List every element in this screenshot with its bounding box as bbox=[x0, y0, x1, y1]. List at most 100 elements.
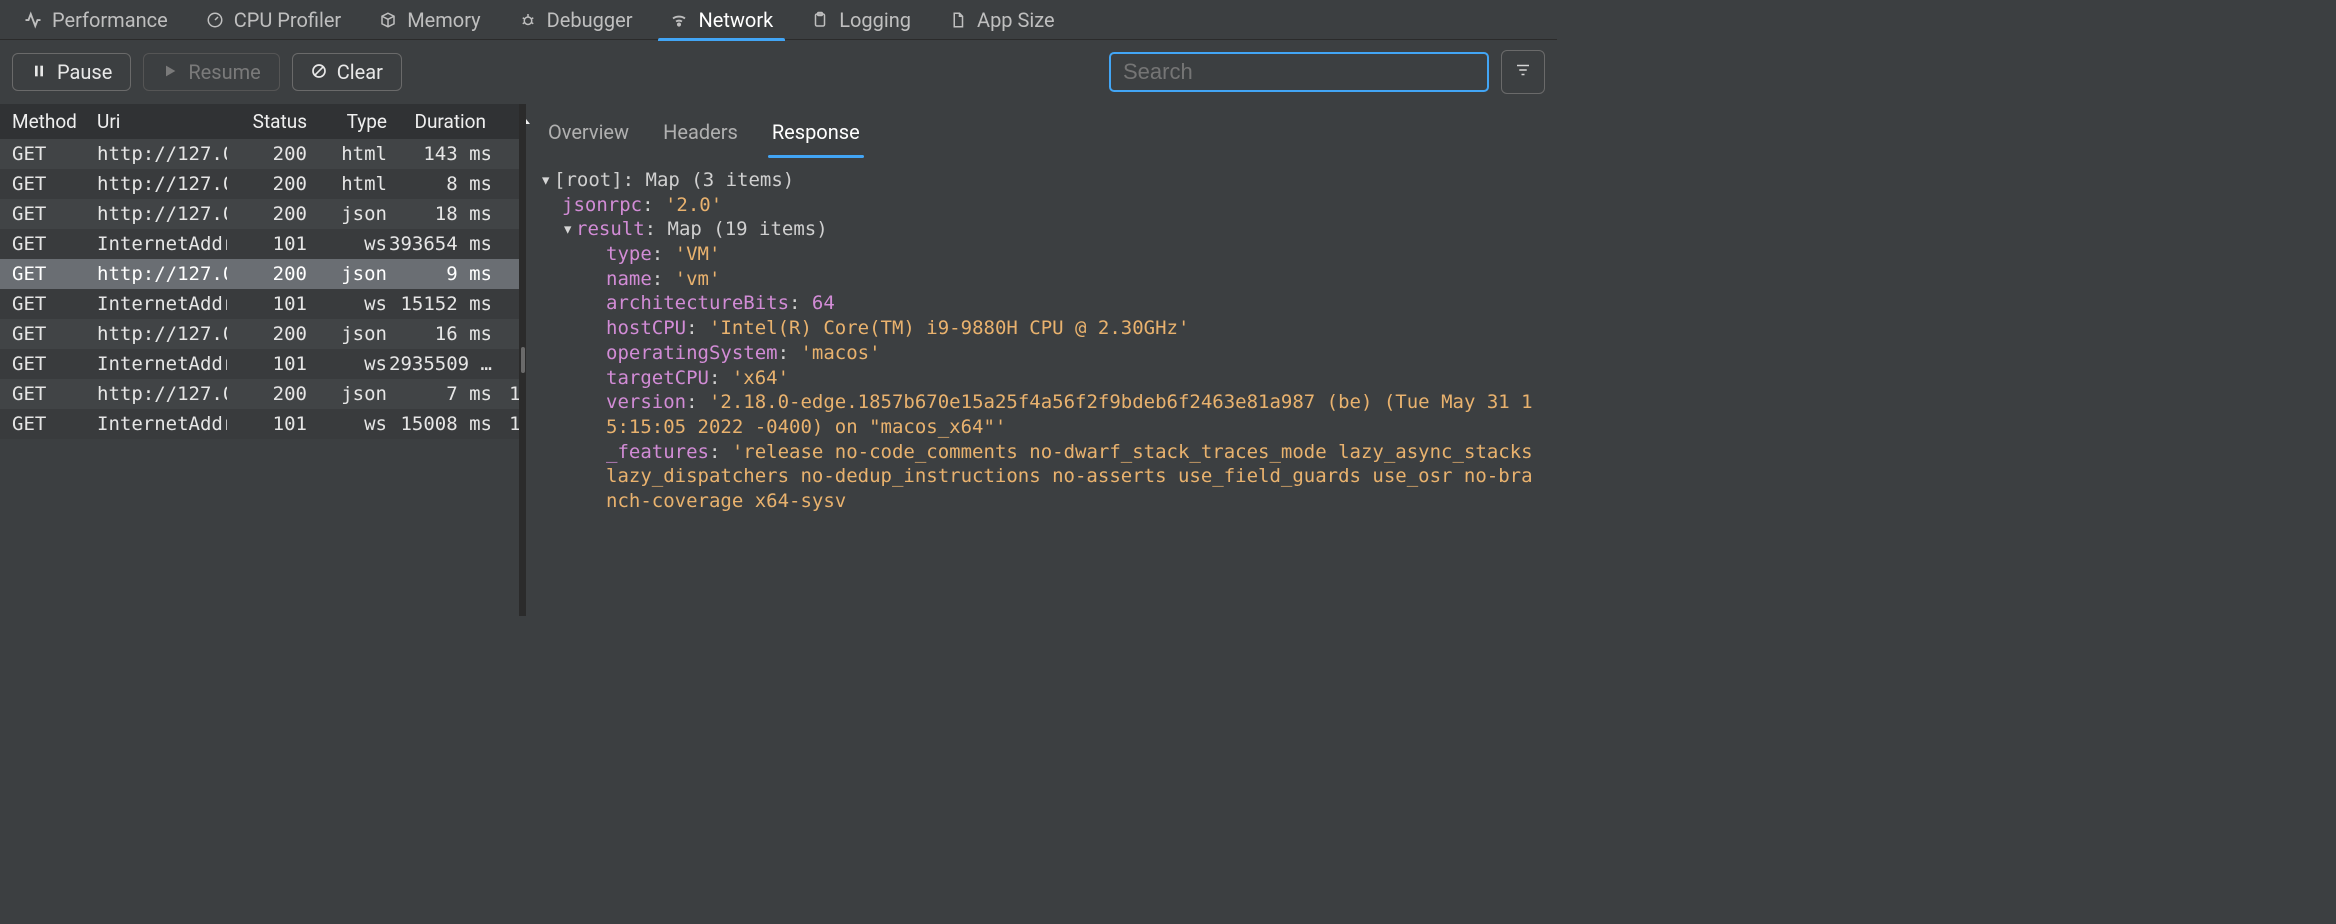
cell-duration: 7 ms bbox=[387, 383, 492, 405]
col-type[interactable]: Type bbox=[307, 110, 387, 133]
cell-index: 3 bbox=[492, 263, 519, 285]
top-tabs: Performance CPU Profiler Memory Debugger… bbox=[0, 0, 1557, 40]
cell-status: 101 bbox=[227, 293, 307, 315]
tree-val: 'vm' bbox=[675, 268, 721, 290]
cell-type: json bbox=[307, 383, 387, 405]
tab-cpu-profiler[interactable]: CPU Profiler bbox=[188, 0, 360, 40]
tree-key: name bbox=[606, 268, 652, 290]
tab-network[interactable]: Network bbox=[652, 0, 791, 40]
response-tree[interactable]: ▾[root]: Map (3 items) jsonrpc: '2.0' ▾r… bbox=[526, 150, 1547, 514]
tree-key: targetCPU bbox=[606, 367, 709, 389]
tab-performance[interactable]: Performance bbox=[6, 0, 186, 40]
cell-method: GET bbox=[12, 383, 97, 405]
cell-type: json bbox=[307, 263, 387, 285]
tab-app-size[interactable]: App Size bbox=[931, 0, 1073, 40]
cell-uri: http://127.0.0.1: bbox=[97, 203, 227, 225]
col-uri[interactable]: Uri bbox=[97, 110, 227, 133]
cell-type: ws bbox=[307, 413, 387, 435]
pause-label: Pause bbox=[57, 60, 112, 84]
tab-headers[interactable]: Headers bbox=[661, 114, 740, 150]
chevron-down-icon[interactable]: ▾ bbox=[562, 217, 576, 242]
cell-uri: http://127.0.0.1: bbox=[97, 323, 227, 345]
cell-status: 101 bbox=[227, 353, 307, 375]
file-icon bbox=[949, 11, 967, 29]
cell-method: GET bbox=[12, 263, 97, 285]
tab-response[interactable]: Response bbox=[770, 114, 862, 150]
cell-index: 10 bbox=[492, 383, 519, 405]
col-duration[interactable]: Duration bbox=[387, 110, 492, 133]
cell-duration: 15008 ms bbox=[387, 413, 492, 435]
package-icon bbox=[379, 11, 397, 29]
cell-uri: InternetAddress bbox=[97, 413, 227, 435]
resume-label: Resume bbox=[188, 60, 260, 84]
search-input[interactable] bbox=[1109, 52, 1489, 92]
tab-label: CPU Profiler bbox=[234, 8, 342, 32]
cell-uri: InternetAddress bbox=[97, 233, 227, 255]
cell-index: 3 bbox=[492, 173, 519, 195]
cell-index: 3 bbox=[492, 143, 519, 165]
cell-type: ws bbox=[307, 293, 387, 315]
cell-type: json bbox=[307, 203, 387, 225]
tree-val: 'x64' bbox=[732, 367, 789, 389]
cell-status: 200 bbox=[227, 143, 307, 165]
block-icon bbox=[311, 60, 327, 84]
detail-tabs: Overview Headers Response bbox=[526, 104, 1547, 150]
pulse-icon bbox=[24, 11, 42, 29]
cell-duration: 15152 ms bbox=[387, 293, 492, 315]
tab-overview[interactable]: Overview bbox=[546, 114, 631, 150]
cell-index: 3 bbox=[492, 293, 519, 315]
tab-logging[interactable]: Logging bbox=[793, 0, 929, 40]
cell-index: 9 bbox=[492, 353, 519, 375]
cell-type: html bbox=[307, 143, 387, 165]
table-header: Method Uri Status Type Duration bbox=[0, 104, 519, 139]
clipboard-icon bbox=[811, 11, 829, 29]
table-row[interactable]: GETInternetAddress101ws15152 ms3 bbox=[0, 289, 519, 319]
cell-status: 101 bbox=[227, 413, 307, 435]
cell-uri: InternetAddress bbox=[97, 293, 227, 315]
tree-key: result bbox=[576, 218, 645, 240]
cell-uri: http://127.0.0.1: bbox=[97, 263, 227, 285]
cell-status: 101 bbox=[227, 233, 307, 255]
cell-status: 200 bbox=[227, 173, 307, 195]
tab-debugger[interactable]: Debugger bbox=[501, 0, 651, 40]
tab-label: Performance bbox=[52, 8, 168, 32]
col-method[interactable]: Method bbox=[12, 110, 97, 133]
tree-root-label: [root] bbox=[554, 169, 623, 191]
table-row[interactable]: GEThttp://127.0.0.1:200html143 ms3 bbox=[0, 139, 519, 169]
cell-index: 9 bbox=[492, 323, 519, 345]
cell-duration: 18 ms bbox=[387, 203, 492, 225]
tree-val: 'macos' bbox=[800, 342, 880, 364]
tree-val: 'VM' bbox=[675, 243, 721, 265]
cell-index: 3 bbox=[492, 233, 519, 255]
tab-label: Memory bbox=[407, 8, 480, 32]
cell-duration: 8 ms bbox=[387, 173, 492, 195]
tree-key: jsonrpc bbox=[562, 194, 642, 216]
pause-button[interactable]: Pause bbox=[12, 53, 131, 91]
tab-memory[interactable]: Memory bbox=[361, 0, 498, 40]
table-row[interactable]: GEThttp://127.0.0.1:200json9 ms3 bbox=[0, 259, 519, 289]
table-row[interactable]: GEThttp://127.0.0.1:200json16 ms9 bbox=[0, 319, 519, 349]
table-row[interactable]: GETInternetAddress101ws393654 ms3 bbox=[0, 229, 519, 259]
table-row[interactable]: GEThttp://127.0.0.1:200html8 ms3 bbox=[0, 169, 519, 199]
table-row[interactable]: GETInternetAddress101ws15008 ms10 bbox=[0, 409, 519, 439]
table-row[interactable]: GEThttp://127.0.0.1:200json18 ms3 bbox=[0, 199, 519, 229]
col-status[interactable]: Status bbox=[227, 110, 307, 133]
cell-status: 200 bbox=[227, 203, 307, 225]
cell-method: GET bbox=[12, 293, 97, 315]
cell-index: 10 bbox=[492, 413, 519, 435]
tab-label: Debugger bbox=[547, 8, 633, 32]
filter-button[interactable] bbox=[1501, 50, 1545, 94]
tab-label: App Size bbox=[977, 8, 1055, 32]
clear-button[interactable]: Clear bbox=[292, 53, 402, 91]
tree-val: '2.18.0-edge.1857b670e15a25f4a56f2f9bdeb… bbox=[606, 391, 1533, 438]
cell-duration: 9 ms bbox=[387, 263, 492, 285]
cell-uri: http://127.0.0.1: bbox=[97, 383, 227, 405]
cell-type: ws bbox=[307, 233, 387, 255]
clear-label: Clear bbox=[337, 60, 383, 84]
table-row[interactable]: GEThttp://127.0.0.1:200json7 ms10 bbox=[0, 379, 519, 409]
table-row[interactable]: GETInternetAddress101ws2935509 …9 bbox=[0, 349, 519, 379]
cell-method: GET bbox=[12, 353, 97, 375]
bug-icon bbox=[519, 11, 537, 29]
chevron-down-icon[interactable]: ▾ bbox=[540, 168, 554, 193]
cell-type: ws bbox=[307, 353, 387, 375]
